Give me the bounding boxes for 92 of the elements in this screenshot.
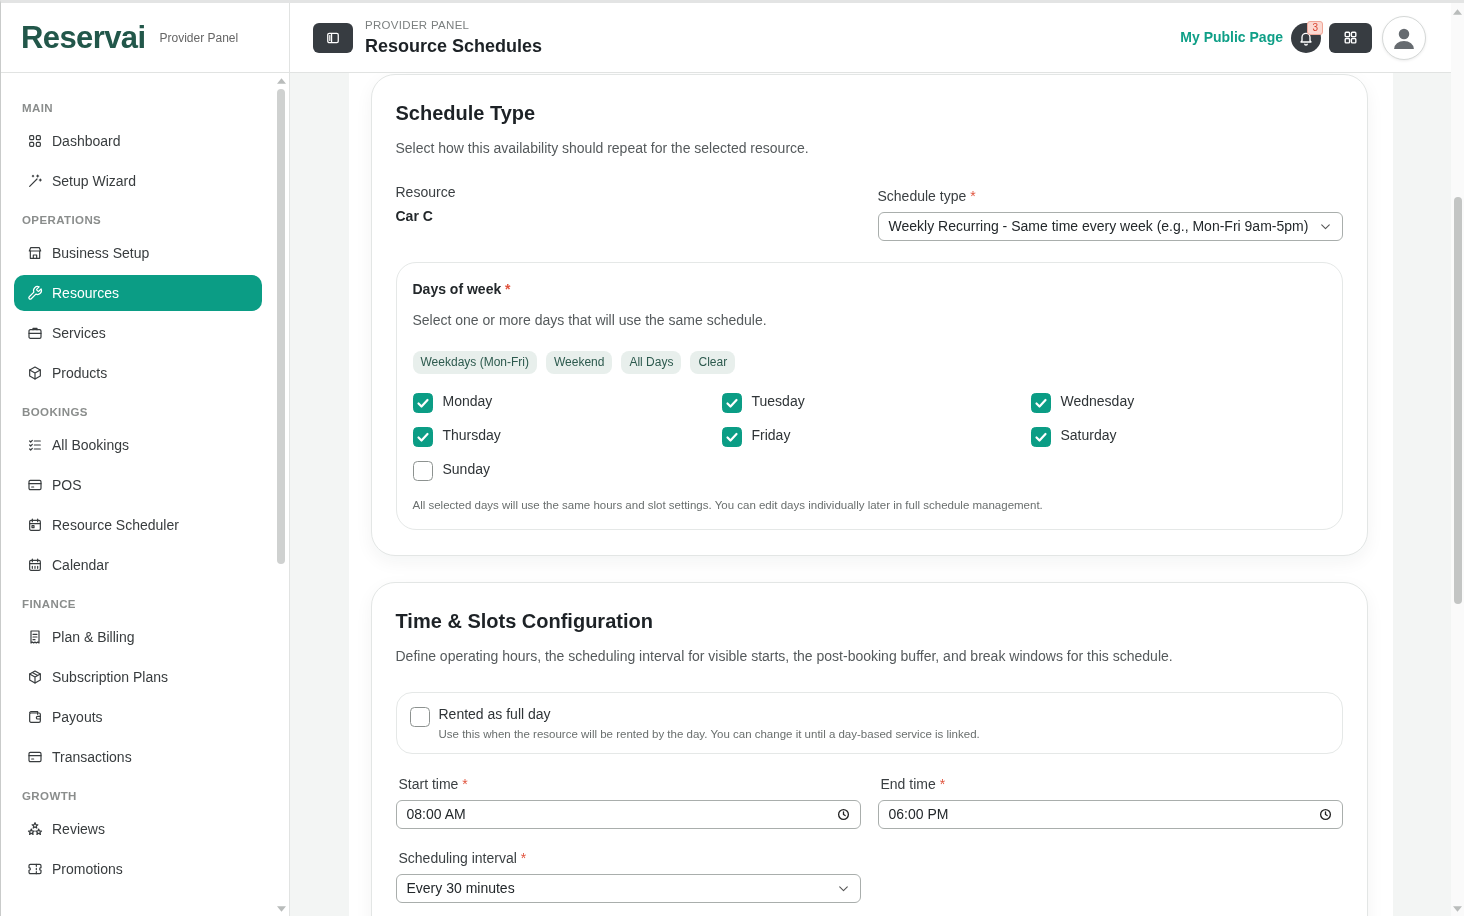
sidebar-item[interactable]: Business Setup xyxy=(14,235,262,271)
full-day-checkbox[interactable] xyxy=(409,707,430,727)
day-checkbox[interactable] xyxy=(412,427,433,447)
end-time-field[interactable]: 06:00 PM xyxy=(877,800,1343,829)
interval-select[interactable]: Every 30 minutes xyxy=(395,874,861,903)
wallet-icon xyxy=(27,709,43,725)
quick-select-button[interactable]: All Days xyxy=(621,351,682,374)
sidebar-item[interactable]: Products xyxy=(14,355,262,391)
box-icon xyxy=(27,365,43,381)
storefront-icon xyxy=(27,245,43,261)
scroll-down-icon[interactable] xyxy=(1453,906,1462,912)
magic-wand-icon xyxy=(27,173,43,189)
full-day-help: Use this when the resource will be rented by the day. You can change it until a day-based service is linked. xyxy=(438,727,980,742)
section-heading: BOOKINGS xyxy=(21,405,89,420)
field-label: Start time * xyxy=(397,775,469,794)
receipt-icon xyxy=(27,629,43,645)
day-label[interactable]: Wednesday xyxy=(1060,393,1135,409)
wrench-icon xyxy=(27,285,43,301)
card-icon xyxy=(27,749,43,765)
day-label[interactable]: Thursday xyxy=(442,427,501,443)
day-label[interactable]: Friday xyxy=(751,427,791,443)
sidebar-item[interactable]: Dashboard xyxy=(14,123,262,159)
section-heading: FINANCE xyxy=(21,597,77,612)
quick-select-button[interactable]: Weekend xyxy=(545,351,613,374)
full-day-label[interactable]: Rented as full day xyxy=(438,705,980,723)
sidebar-item[interactable]: Services xyxy=(14,315,262,351)
day-checkbox[interactable] xyxy=(721,427,742,447)
day-checkbox[interactable] xyxy=(1030,393,1051,413)
day-checkbox[interactable] xyxy=(412,461,433,481)
sidebar-item[interactable]: Setup Wizard xyxy=(14,163,262,199)
section-heading: GROWTH xyxy=(21,789,78,804)
day-label[interactable]: Tuesday xyxy=(751,393,805,409)
apps-button[interactable] xyxy=(1329,22,1372,53)
section-description: Define operating hours, the scheduling interval for visible starts, the post-booking buffer, and break windows for this schedule. xyxy=(395,647,1174,666)
sidebar-toggle-button[interactable] xyxy=(313,22,353,53)
schedule-type-select[interactable]: Weekly Recurring - Same time every week (e.g., Mon-Fri 9am-5pm) xyxy=(877,212,1343,241)
days-description: Select one or more days that will use the same schedule. xyxy=(412,311,768,330)
clock-icon[interactable] xyxy=(1318,808,1332,821)
scrollbar-thumb[interactable] xyxy=(277,89,285,564)
sidebar-icon xyxy=(326,30,340,45)
sidebar-item[interactable]: Calendar xyxy=(14,547,262,583)
checklist-icon xyxy=(27,437,43,453)
field-label: End time * xyxy=(879,775,947,794)
field-label: Schedule type * xyxy=(877,187,977,206)
grid-icon xyxy=(1343,30,1358,45)
scrollbar-thumb[interactable] xyxy=(1453,197,1462,604)
day-label[interactable]: Saturday xyxy=(1060,427,1117,443)
sidebar-item[interactable]: All Bookings xyxy=(14,427,262,463)
quick-select-button[interactable]: Clear xyxy=(690,351,736,374)
calendar-icon xyxy=(27,517,43,533)
sidebar-item[interactable]: Payouts xyxy=(14,699,262,735)
sidebar-item[interactable]: Resource Scheduler xyxy=(14,507,262,543)
day-checkbox[interactable] xyxy=(721,393,742,413)
start-time-field[interactable]: 08:00 AM xyxy=(395,800,861,829)
field-label: Resource xyxy=(395,183,457,202)
page-title: Resource Schedules xyxy=(365,34,543,58)
sidebar-item[interactable]: POS xyxy=(14,467,262,503)
breadcrumb-label: PROVIDER PANEL xyxy=(365,17,471,32)
day-label[interactable]: Sunday xyxy=(442,461,490,477)
day-checkbox[interactable] xyxy=(1030,427,1051,447)
section-title: Time & Slots Configuration xyxy=(395,609,654,633)
box-icon xyxy=(27,669,43,685)
ticket-icon xyxy=(27,861,43,877)
resource-name: Car C xyxy=(395,207,434,226)
logo[interactable]: Reservai xyxy=(21,22,146,53)
section-description: Select how this availability should repeat for the selected resource. xyxy=(395,139,810,158)
sidebar-item[interactable]: Plan & Billing xyxy=(14,619,262,655)
scroll-down-icon[interactable] xyxy=(276,906,286,912)
sidebar-item[interactable]: Promotions xyxy=(14,851,262,887)
sidebar-item[interactable]: Subscription Plans xyxy=(14,659,262,695)
section-heading: MAIN xyxy=(21,101,54,116)
notification-count: 3 xyxy=(1307,20,1323,35)
logo-tagline: Provider Panel xyxy=(159,29,239,47)
day-label[interactable]: Monday xyxy=(442,393,493,409)
briefcase-icon xyxy=(27,325,43,341)
scroll-up-icon[interactable] xyxy=(1453,9,1462,15)
stars-icon xyxy=(27,821,43,837)
card-icon xyxy=(27,477,43,493)
days-note: All selected days will use the same hours and slot settings. You can edit days individually later in full schedule management. xyxy=(412,498,1044,513)
field-label: Scheduling interval * xyxy=(397,849,528,868)
field-label: Days of week * xyxy=(412,280,512,299)
day-checkbox[interactable] xyxy=(412,393,433,413)
section-heading: OPERATIONS xyxy=(21,213,103,228)
profile-button[interactable] xyxy=(1382,15,1426,60)
scroll-up-icon[interactable] xyxy=(276,78,286,84)
calendar-icon xyxy=(27,557,43,573)
sidebar-item[interactable]: Transactions xyxy=(14,739,262,775)
section-title: Schedule Type xyxy=(395,101,537,125)
sidebar-item[interactable]: Reviews xyxy=(14,811,262,847)
grid-icon xyxy=(27,133,43,149)
quick-select-button[interactable]: Weekdays (Mon-Fri) xyxy=(412,351,537,374)
clock-icon[interactable] xyxy=(836,808,850,821)
